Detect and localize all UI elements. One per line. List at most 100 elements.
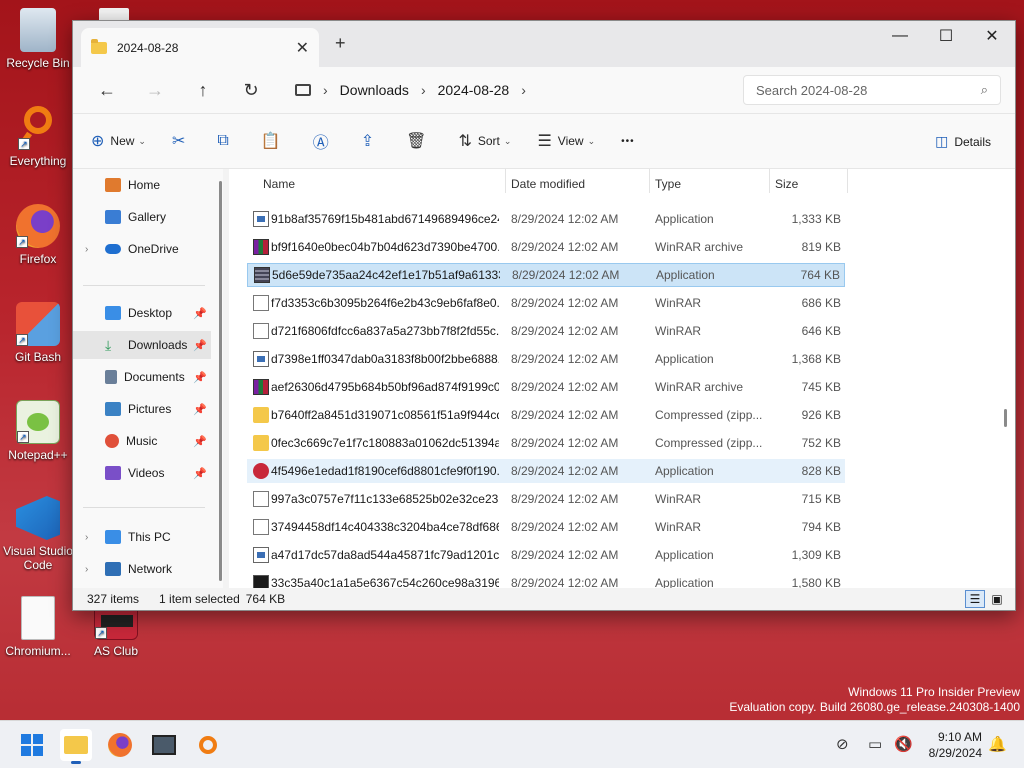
sidebar-item-home[interactable]: Home [73,171,211,199]
file-size: 686 KB [801,296,841,310]
notification-bell-icon[interactable]: 🔔 [988,735,1007,753]
pin-icon[interactable]: 📌 [193,435,207,448]
file-row[interactable]: a47d17dc57da8ad544a45871fc79ad1201c... 8/… [247,543,845,567]
sidebar-item-music[interactable]: Music 📌 [73,427,211,455]
desktop-icon-chromium[interactable]: Chromium... [0,596,76,658]
file-row[interactable]: 0fec3c669c7e1f7c180883a01062dc51394a... 8… [247,431,845,455]
column-date-modified[interactable]: Date modified [511,177,585,191]
column-size[interactable]: Size [775,177,798,191]
desktop-icon-everything[interactable]: ↗ Everything [0,106,76,168]
file-row[interactable]: 4f5496e1edad1f8190cef6d8801cfe9f0f190...… [247,459,845,483]
monitor-icon[interactable] [295,84,311,96]
taskbar-app[interactable] [148,729,180,761]
maximize-button[interactable]: ☐ [923,21,969,51]
pin-icon[interactable]: 📌 [193,307,207,320]
back-button[interactable]: ← [83,80,131,101]
desktop-icon-vscode[interactable]: Visual Studio Code [0,496,76,572]
chevron-right-icon[interactable]: › [85,564,88,575]
search-box[interactable]: Search 2024-08-28 ⌕ [743,75,1001,105]
tiles-view-button[interactable]: ▣ [987,590,1007,608]
sidebar-item-pictures[interactable]: Pictures 📌 [73,395,211,423]
sidebar-item-downloads[interactable]: ⤓ Downloads 📌 [73,331,211,359]
sidebar-item-this-pc[interactable]: › This PC [73,523,211,551]
taskbar-file-explorer[interactable] [60,729,92,764]
taskbar-firefox[interactable] [104,729,136,761]
start-button[interactable] [16,729,48,761]
file-row[interactable]: d7398e1ff0347dab0a3183f8b00f2bbe6888... 8… [247,347,845,371]
column-divider[interactable] [505,169,506,193]
column-divider[interactable] [847,169,848,193]
desktop-icon-notepad-plus-plus[interactable]: ↗ Notepad++ [0,400,76,462]
file-row[interactable]: aef26306d4795b684b50bf96ad874f9199c0... 8… [247,375,845,399]
search-input[interactable]: Search 2024-08-28 [756,83,981,98]
desktop-icon-recycle-bin[interactable]: Recycle Bin [0,8,76,70]
sidebar-scrollbar[interactable] [219,181,222,581]
new-tab-button[interactable]: + [335,33,346,54]
close-tab-icon[interactable]: ✕ [296,38,309,58]
view-button[interactable]: ☰ View ⌄ [537,131,595,151]
taskbar-everything[interactable] [192,729,224,761]
sidebar-item-documents[interactable]: Documents 📌 [73,363,211,391]
view-toggle: ☰ ▣ [963,590,1007,608]
breadcrumb-downloads[interactable]: Downloads [340,82,409,98]
chevron-right-icon[interactable]: › [421,82,426,98]
rename-button[interactable]: Ⓐ [313,129,335,153]
new-button[interactable]: ⊕ New ⌄ [91,131,146,151]
file-row[interactable]: b7640ff2a8451d319071c08561f51a9f944cd...… [247,403,845,427]
desktop-icon-git-bash[interactable]: ↗ Git Bash [0,302,76,364]
tab-2024-08-28[interactable]: 2024-08-28 ✕ [81,28,319,67]
share-button[interactable]: ⇪ [361,131,380,151]
cut-button[interactable]: ✂ [172,131,191,151]
file-date: 8/29/2024 12:02 AM [511,296,619,310]
more-options-button[interactable]: ••• [621,136,635,147]
desktop-icon-firefox[interactable]: ↗ Firefox [0,204,76,266]
chevron-right-icon[interactable]: › [521,82,526,98]
details-view-button[interactable]: ☰ [965,590,985,608]
clock[interactable]: 9:10 AM 8/29/2024 [929,729,982,761]
up-button[interactable]: ↑ [179,80,227,101]
network-off-icon[interactable]: ⊘ [836,735,849,753]
file-row[interactable]: bf9f1640e0bec04b7b04d623d7390be4700... 8/… [247,235,845,259]
remote-icon[interactable]: ▭ [868,735,882,753]
paste-button[interactable]: 📋 [261,131,287,151]
file-row[interactable]: f7d3353c6b3095b264f6e2b43c9eb6faf8e0... 8… [247,291,845,315]
copy-button[interactable]: ⧉ [217,132,234,150]
column-divider[interactable] [769,169,770,193]
title-bar[interactable]: 2024-08-28 ✕ + — ☐ ✕ [73,21,1015,67]
chevron-right-icon[interactable]: › [85,532,88,543]
file-row[interactable]: d721f6806fdfcc6a837a5a273bb7f8f2fd55c...… [247,319,845,343]
sidebar-item-desktop[interactable]: Desktop 📌 [73,299,211,327]
file-list-scrollbar[interactable] [1004,409,1007,427]
pin-icon[interactable]: 📌 [193,403,207,416]
sort-button[interactable]: ⇅ Sort ⌄ [458,131,511,151]
volume-muted-icon[interactable]: 🔇 [894,735,913,753]
sidebar-item-gallery[interactable]: Gallery [73,203,211,231]
file-row[interactable]: 91b8af35769f15b481abd67149689496ce24... 8… [247,207,845,231]
refresh-button[interactable]: ↻ [227,80,275,101]
file-row[interactable]: 37494458df14c404338c3204ba4ce78df686... 8… [247,515,845,539]
sidebar-item-videos[interactable]: Videos 📌 [73,459,211,487]
column-type[interactable]: Type [655,177,681,191]
pin-icon[interactable]: 📌 [193,467,207,480]
column-divider[interactable] [649,169,650,193]
minimize-button[interactable]: — [877,21,923,51]
column-name[interactable]: Name [263,177,295,191]
sidebar-item-network[interactable]: › Network [73,555,211,583]
file-type: WinRAR [655,324,702,338]
file-row[interactable]: 33c35a40c1a1a5e6367c54c260ce98a31965... 8… [247,571,845,589]
pin-icon[interactable]: 📌 [193,339,207,352]
chevron-right-icon[interactable]: › [323,82,328,98]
file-type-icon [253,351,269,367]
file-row[interactable]: 5d6e59de735aa24c42ef1e17b51af9a61333... 8… [247,263,845,287]
close-window-button[interactable]: ✕ [969,21,1015,51]
taskbar: ⊘ ▭ 🔇 9:10 AM 8/29/2024 🔔 [0,720,1024,768]
delete-button[interactable]: 🗑 [406,131,432,151]
details-pane-button[interactable]: ◫ Details [935,133,991,150]
pin-icon[interactable]: 📌 [193,371,207,384]
file-name: 5d6e59de735aa24c42ef1e17b51af9a61333... [272,268,500,282]
file-row[interactable]: 997a3c0757e7f11c133e68525b02e32ce235... 8… [247,487,845,511]
chevron-right-icon[interactable]: › [85,244,88,255]
forward-button[interactable]: → [131,80,179,101]
sidebar-item-onedrive[interactable]: › OneDrive [73,235,211,263]
breadcrumb-2024-08-28[interactable]: 2024-08-28 [438,82,510,98]
